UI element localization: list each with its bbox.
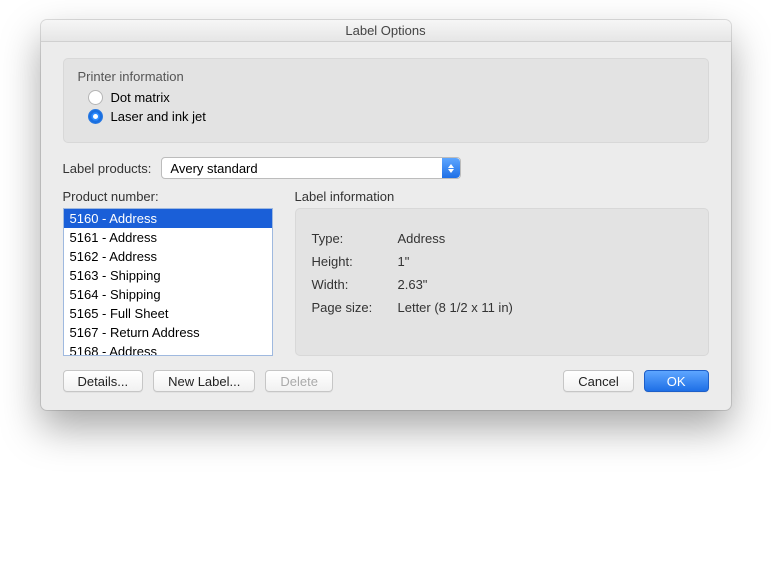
dialog-button-row: Details... New Label... Delete Cancel OK — [63, 370, 709, 392]
window-title: Label Options — [41, 20, 731, 42]
printer-information-group: Printer information Dot matrix Laser and… — [63, 58, 709, 143]
list-item[interactable]: 5168 - Address — [64, 342, 272, 356]
laser-inkjet-radio-label: Laser and ink jet — [111, 109, 206, 124]
label-info-type-key: Type: — [312, 231, 384, 246]
label-info-height-value: 1" — [398, 254, 410, 269]
list-item[interactable]: 5164 - Shipping — [64, 285, 272, 304]
cancel-button[interactable]: Cancel — [563, 370, 633, 392]
ok-button[interactable]: OK — [644, 370, 709, 392]
new-label-button[interactable]: New Label... — [153, 370, 255, 392]
list-item[interactable]: 5163 - Shipping — [64, 266, 272, 285]
select-arrow-icon — [442, 158, 460, 178]
delete-button: Delete — [265, 370, 333, 392]
label-info-type-value: Address — [398, 231, 446, 246]
list-item[interactable]: 5167 - Return Address — [64, 323, 272, 342]
list-item[interactable]: 5161 - Address — [64, 228, 272, 247]
product-number-listbox[interactable]: 5160 - Address5161 - Address5162 - Addre… — [63, 208, 273, 356]
laser-inkjet-radio-row[interactable]: Laser and ink jet — [88, 109, 694, 124]
label-info-width-key: Width: — [312, 277, 384, 292]
label-info-pagesize-key: Page size: — [312, 300, 384, 315]
dot-matrix-radio[interactable] — [88, 90, 103, 105]
dot-matrix-radio-label: Dot matrix — [111, 90, 170, 105]
label-products-select[interactable]: Avery standard — [161, 157, 461, 179]
label-products-value: Avery standard — [170, 161, 257, 176]
label-info-pagesize-value: Letter (8 1/2 x 11 in) — [398, 300, 513, 315]
label-info-height-key: Height: — [312, 254, 384, 269]
dialog-content: Printer information Dot matrix Laser and… — [41, 42, 731, 410]
label-information-title: Label information — [295, 189, 709, 204]
list-item[interactable]: 5165 - Full Sheet — [64, 304, 272, 323]
list-item[interactable]: 5160 - Address — [64, 209, 272, 228]
label-info-width-value: 2.63" — [398, 277, 428, 292]
label-information-panel: Type: Address Height: 1" Width: 2.63" Pa… — [295, 208, 709, 356]
printer-information-label: Printer information — [78, 69, 694, 84]
details-button[interactable]: Details... — [63, 370, 144, 392]
product-number-label: Product number: — [63, 189, 273, 204]
laser-inkjet-radio[interactable] — [88, 109, 103, 124]
label-options-dialog: Label Options Printer information Dot ma… — [41, 20, 731, 410]
list-item[interactable]: 5162 - Address — [64, 247, 272, 266]
dot-matrix-radio-row[interactable]: Dot matrix — [88, 90, 694, 105]
label-products-label: Label products: — [63, 161, 152, 176]
label-products-row: Label products: Avery standard — [63, 157, 709, 179]
